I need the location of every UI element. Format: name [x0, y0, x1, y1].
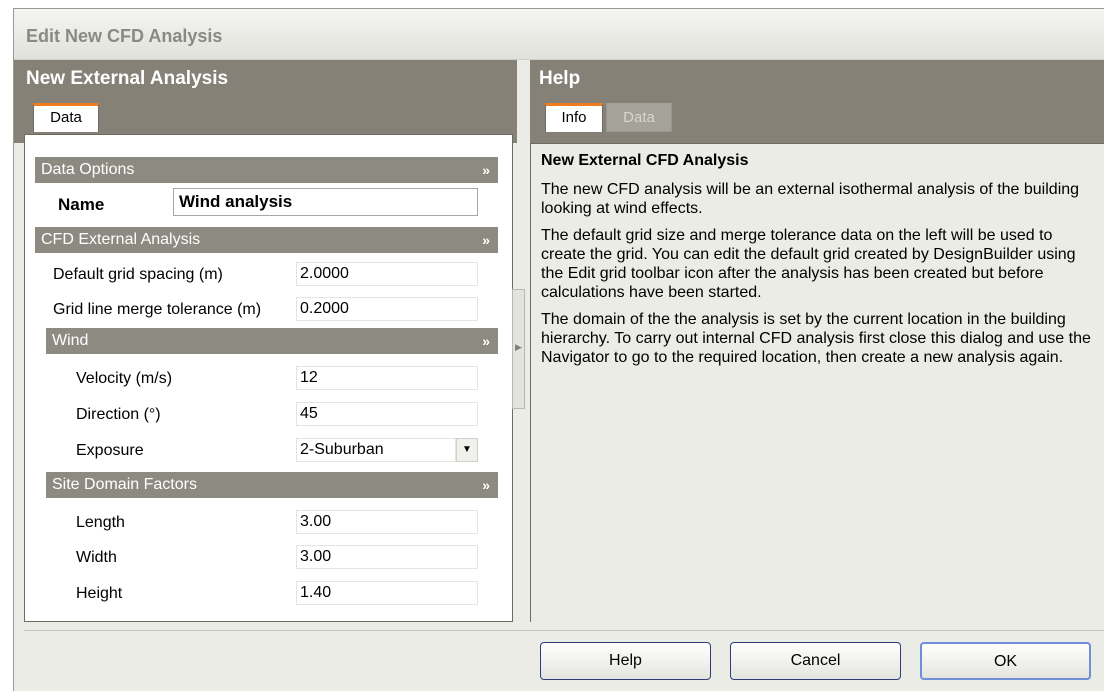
help-panel-header: Help Info Data	[530, 60, 1104, 143]
help-button[interactable]: Help	[540, 642, 711, 680]
collapse-arrow-icon[interactable]: ▶	[515, 342, 522, 353]
data-grid: Data Options » Name Wind analysis CFD Ex…	[24, 134, 513, 622]
name-field[interactable]: Wind analysis	[173, 188, 478, 216]
direction-label: Direction (°)	[76, 406, 161, 423]
collapse-icon[interactable]: »	[482, 227, 490, 253]
dialog-window: Edit New CFD Analysis New External Analy…	[13, 8, 1104, 691]
direction-field[interactable]: 45	[296, 402, 478, 426]
tab-data-label: Data	[50, 109, 82, 126]
tab-help-data[interactable]: Data	[606, 103, 672, 132]
section-site-domain-label: Site Domain Factors	[52, 476, 197, 493]
height-field[interactable]: 1.40	[296, 581, 478, 605]
panel-splitter[interactable]: ▶	[512, 289, 525, 409]
height-label: Height	[76, 585, 123, 602]
section-data-options[interactable]: Data Options »	[35, 157, 498, 183]
velocity-label: Velocity (m/s)	[76, 370, 173, 387]
help-heading: New External CFD Analysis	[541, 152, 749, 169]
section-wind[interactable]: Wind »	[46, 328, 498, 354]
name-label: Name	[58, 195, 105, 214]
divider	[24, 630, 1104, 631]
collapse-icon[interactable]: »	[482, 328, 490, 354]
collapse-icon[interactable]: »	[482, 157, 490, 183]
help-paragraph: The domain of the the analysis is set by…	[541, 311, 1091, 366]
help-content: New External CFD Analysis The new CFD an…	[530, 143, 1104, 622]
exposure-select[interactable]: 2-Suburban	[296, 438, 456, 462]
collapse-icon[interactable]: »	[482, 472, 490, 498]
section-wind-label: Wind	[52, 332, 89, 349]
section-cfd-external[interactable]: CFD External Analysis »	[35, 227, 498, 253]
left-panel-title: New External Analysis	[26, 68, 229, 89]
width-field[interactable]: 3.00	[296, 545, 478, 569]
length-label: Length	[76, 514, 125, 531]
merge-tolerance-field[interactable]: 0.2000	[296, 297, 478, 321]
help-paragraph: The new CFD analysis will be an external…	[541, 181, 1080, 217]
tab-help-data-label: Data	[623, 109, 655, 126]
window-title: Edit New CFD Analysis	[26, 26, 223, 46]
left-panel-header: New External Analysis Data	[14, 60, 517, 143]
grid-spacing-field[interactable]: 2.0000	[296, 262, 478, 286]
section-data-options-label: Data Options	[41, 161, 135, 178]
merge-tolerance-label: Grid line merge tolerance (m)	[53, 301, 262, 318]
title-bar[interactable]: Edit New CFD Analysis	[14, 9, 1104, 60]
help-panel-title: Help	[539, 68, 581, 89]
chevron-down-icon[interactable]: ▼	[456, 438, 478, 462]
ok-button[interactable]: OK	[920, 642, 1091, 680]
velocity-field[interactable]: 12	[296, 366, 478, 390]
section-cfd-external-label: CFD External Analysis	[41, 231, 201, 248]
length-field[interactable]: 3.00	[296, 510, 478, 534]
tab-data[interactable]: Data	[33, 103, 99, 132]
section-site-domain[interactable]: Site Domain Factors »	[46, 472, 498, 498]
grid-spacing-label: Default grid spacing (m)	[53, 266, 223, 283]
width-label: Width	[76, 549, 117, 566]
cancel-button[interactable]: Cancel	[730, 642, 901, 680]
exposure-label: Exposure	[76, 442, 144, 459]
tab-info[interactable]: Info	[545, 103, 603, 132]
tab-info-label: Info	[561, 109, 587, 126]
help-paragraph: The default grid size and merge toleranc…	[541, 227, 1076, 301]
